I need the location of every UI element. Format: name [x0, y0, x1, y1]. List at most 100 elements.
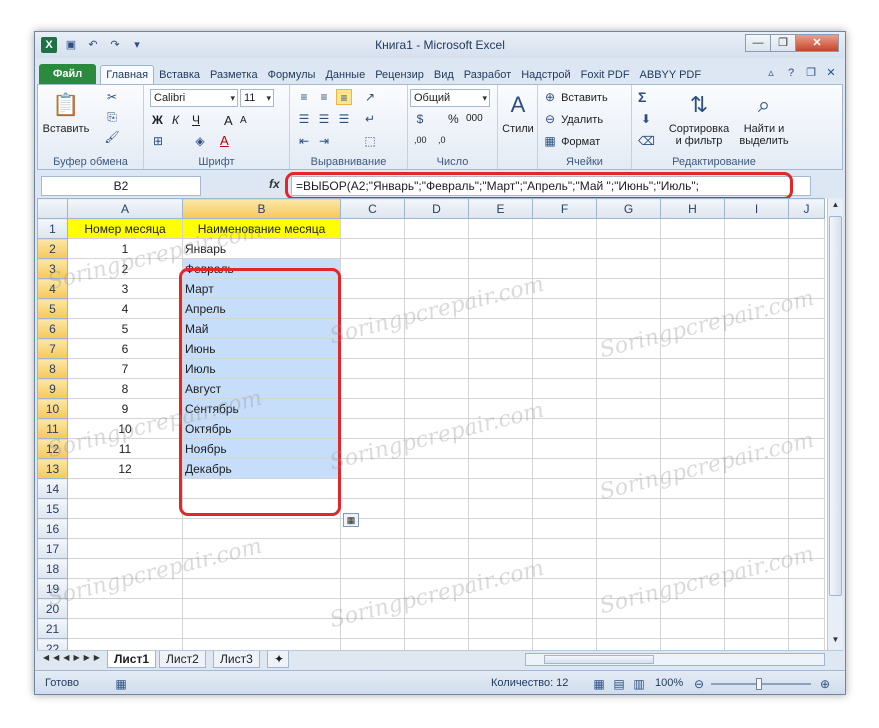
clear-icon[interactable]: ⌫ — [638, 133, 655, 149]
cell[interactable] — [596, 438, 661, 459]
cell[interactable] — [340, 598, 405, 619]
cell[interactable] — [788, 618, 825, 639]
number-format-select[interactable]: Общий — [410, 89, 490, 107]
cell[interactable] — [67, 518, 183, 539]
cell[interactable] — [67, 478, 183, 499]
cell[interactable] — [468, 318, 533, 339]
cut-icon[interactable]: ✂ — [104, 89, 120, 105]
cell[interactable] — [468, 618, 533, 639]
autofill-options-icon[interactable]: ▦ — [343, 513, 359, 527]
cell[interactable] — [468, 258, 533, 279]
tab-view[interactable]: Вид — [429, 66, 459, 84]
cell[interactable] — [340, 238, 405, 259]
row-header[interactable]: 21 — [37, 618, 68, 639]
normal-view-icon[interactable]: ▦ — [591, 676, 607, 692]
cell[interactable] — [660, 318, 725, 339]
grow-font-button[interactable]: A — [224, 113, 233, 128]
cell[interactable] — [532, 638, 597, 650]
cell[interactable] — [404, 278, 469, 299]
cell[interactable] — [660, 218, 725, 239]
align-top-icon[interactable]: ≡ — [296, 89, 312, 105]
cell[interactable] — [596, 278, 661, 299]
row-header[interactable]: 5 — [37, 298, 68, 319]
cell[interactable] — [67, 638, 183, 650]
cell[interactable] — [788, 238, 825, 259]
align-center-icon[interactable]: ☰ — [316, 111, 332, 127]
cell[interactable] — [468, 478, 533, 499]
increase-indent-icon[interactable]: ⇥ — [316, 133, 332, 149]
cell[interactable] — [404, 478, 469, 499]
cell[interactable] — [596, 298, 661, 319]
cell[interactable] — [788, 498, 825, 519]
column-header-f[interactable]: F — [532, 198, 597, 219]
tab-review[interactable]: Рецензир — [370, 66, 429, 84]
cell[interactable] — [404, 458, 469, 479]
cell[interactable] — [340, 438, 405, 459]
cell[interactable] — [596, 638, 661, 650]
row-header[interactable]: 6 — [37, 318, 68, 339]
cell[interactable] — [340, 558, 405, 579]
cell[interactable] — [724, 598, 789, 619]
vertical-scrollbar[interactable]: ▲ ▼ — [827, 198, 843, 650]
cell[interactable] — [340, 398, 405, 419]
cell[interactable] — [788, 258, 825, 279]
cell[interactable] — [404, 418, 469, 439]
sheet-tab-2[interactable]: Лист2 — [159, 651, 206, 668]
column-header-e[interactable]: E — [468, 198, 533, 219]
bold-button[interactable]: Ж — [152, 113, 163, 127]
row-header[interactable]: 1 — [37, 218, 68, 239]
cell[interactable] — [340, 458, 405, 479]
cell[interactable] — [468, 438, 533, 459]
row-header[interactable]: 3 — [37, 258, 68, 279]
cell[interactable] — [340, 338, 405, 359]
column-header-a[interactable]: A — [67, 198, 183, 219]
column-header-h[interactable]: H — [660, 198, 725, 219]
cell[interactable] — [404, 258, 469, 279]
cell[interactable] — [532, 338, 597, 359]
cell[interactable] — [404, 498, 469, 519]
cell[interactable] — [788, 338, 825, 359]
cell[interactable] — [724, 358, 789, 379]
scroll-up-icon[interactable]: ▲ — [829, 200, 842, 213]
cell[interactable] — [660, 518, 725, 539]
cell[interactable] — [788, 558, 825, 579]
cell[interactable] — [468, 338, 533, 359]
cell[interactable] — [724, 538, 789, 559]
cell[interactable] — [788, 398, 825, 419]
font-color-button[interactable]: A — [220, 133, 229, 148]
cell[interactable] — [596, 598, 661, 619]
macro-record-icon[interactable]: ▦ — [113, 676, 129, 692]
cell[interactable] — [404, 638, 469, 650]
align-middle-icon[interactable]: ≡ — [316, 89, 332, 105]
tab-data[interactable]: Данные — [320, 66, 370, 84]
cell[interactable] — [660, 578, 725, 599]
cell[interactable] — [340, 538, 405, 559]
cell[interactable] — [340, 318, 405, 339]
merge-cells-icon[interactable]: ⬚ — [362, 133, 378, 149]
fill-icon[interactable]: ⬇ — [638, 111, 654, 127]
cell[interactable] — [404, 298, 469, 319]
cell[interactable] — [532, 458, 597, 479]
row-header[interactable]: 18 — [37, 558, 68, 579]
cell[interactable] — [532, 578, 597, 599]
minimize-ribbon-icon[interactable]: ▵ — [763, 65, 779, 81]
zoom-in-icon[interactable]: ⊕ — [817, 676, 833, 692]
row-header[interactable]: 11 — [37, 418, 68, 439]
cell[interactable] — [468, 558, 533, 579]
find-select-button[interactable]: ⌕ Найти и выделить — [736, 89, 792, 147]
cell[interactable] — [532, 378, 597, 399]
cell[interactable] — [468, 538, 533, 559]
cell[interactable] — [660, 298, 725, 319]
cell[interactable] — [67, 618, 183, 639]
close-button[interactable]: ✕ — [795, 34, 839, 52]
cell[interactable] — [596, 538, 661, 559]
styles-button[interactable]: A Стили — [500, 89, 536, 135]
row-header[interactable]: 13 — [37, 458, 68, 479]
cell[interactable] — [724, 378, 789, 399]
cell[interactable] — [404, 238, 469, 259]
delete-cells-button[interactable]: ⊖ Удалить — [542, 111, 603, 127]
wrap-text-icon[interactable]: ↵ — [362, 111, 378, 127]
month-number-cell[interactable]: 4 — [67, 298, 183, 319]
cell[interactable] — [468, 498, 533, 519]
select-all-corner[interactable] — [37, 198, 68, 219]
